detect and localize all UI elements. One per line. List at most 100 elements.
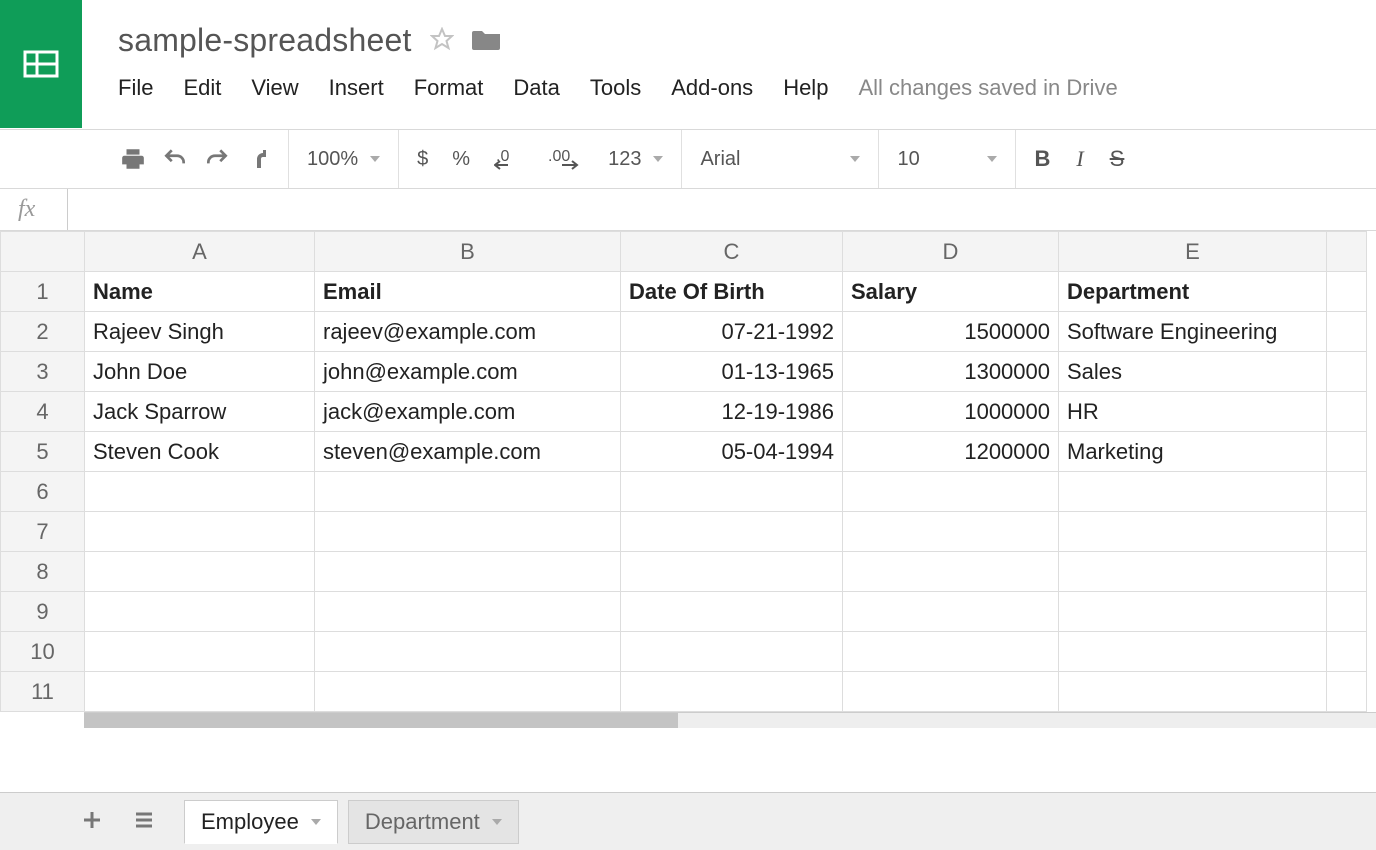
- cell[interactable]: [1327, 472, 1367, 512]
- increase-decimal-icon[interactable]: .00: [548, 145, 584, 173]
- cell[interactable]: [621, 672, 843, 712]
- app-brand[interactable]: [0, 0, 82, 128]
- print-icon[interactable]: [120, 146, 146, 172]
- italic-button[interactable]: I: [1076, 146, 1083, 172]
- cell[interactable]: Rajeev Singh: [85, 312, 315, 352]
- add-sheet-button[interactable]: [80, 808, 104, 835]
- cell[interactable]: Name: [85, 272, 315, 312]
- menu-insert[interactable]: Insert: [329, 75, 384, 101]
- cell[interactable]: 05-04-1994: [621, 432, 843, 472]
- cell[interactable]: [1327, 592, 1367, 632]
- cell[interactable]: [843, 592, 1059, 632]
- number-format-dropdown[interactable]: 123: [608, 148, 663, 171]
- cell[interactable]: [315, 632, 621, 672]
- cell[interactable]: Marketing: [1059, 432, 1327, 472]
- row-header[interactable]: 5: [1, 432, 85, 472]
- sheet-tab-department[interactable]: Department: [348, 800, 519, 844]
- cell[interactable]: [85, 472, 315, 512]
- cell[interactable]: rajeev@example.com: [315, 312, 621, 352]
- cell[interactable]: Steven Cook: [85, 432, 315, 472]
- menu-data[interactable]: Data: [513, 75, 559, 101]
- cell[interactable]: 12-19-1986: [621, 392, 843, 432]
- formula-input[interactable]: [67, 189, 1376, 230]
- font-dropdown[interactable]: Arial: [700, 148, 860, 171]
- cell[interactable]: [1327, 552, 1367, 592]
- cell[interactable]: [1327, 352, 1367, 392]
- menu-format[interactable]: Format: [414, 75, 484, 101]
- sheet-tab-employee[interactable]: Employee: [184, 800, 338, 844]
- cell[interactable]: [621, 512, 843, 552]
- cell[interactable]: [621, 552, 843, 592]
- col-header[interactable]: C: [621, 232, 843, 272]
- cell[interactable]: [85, 592, 315, 632]
- horizontal-scrollbar[interactable]: [84, 712, 1376, 728]
- menu-view[interactable]: View: [251, 75, 298, 101]
- percent-button[interactable]: %: [452, 148, 470, 171]
- row-header[interactable]: 11: [1, 672, 85, 712]
- cell[interactable]: [1327, 432, 1367, 472]
- cell[interactable]: [843, 512, 1059, 552]
- row-header[interactable]: 10: [1, 632, 85, 672]
- cell[interactable]: john@example.com: [315, 352, 621, 392]
- all-sheets-button[interactable]: [132, 808, 156, 835]
- cell[interactable]: Email: [315, 272, 621, 312]
- document-title[interactable]: sample-spreadsheet: [118, 22, 412, 59]
- cell[interactable]: [1327, 672, 1367, 712]
- redo-icon[interactable]: [204, 146, 230, 172]
- menu-edit[interactable]: Edit: [183, 75, 221, 101]
- folder-icon[interactable]: [472, 27, 502, 54]
- row-header[interactable]: 3: [1, 352, 85, 392]
- cell[interactable]: 1200000: [843, 432, 1059, 472]
- cell[interactable]: 1500000: [843, 312, 1059, 352]
- cell[interactable]: jack@example.com: [315, 392, 621, 432]
- row-header[interactable]: 9: [1, 592, 85, 632]
- cell[interactable]: Department: [1059, 272, 1327, 312]
- scroll-thumb[interactable]: [84, 713, 678, 728]
- star-icon[interactable]: [430, 27, 454, 54]
- cell[interactable]: [1327, 512, 1367, 552]
- cell[interactable]: [1327, 272, 1367, 312]
- cell[interactable]: [843, 472, 1059, 512]
- row-header[interactable]: 4: [1, 392, 85, 432]
- cell[interactable]: 1300000: [843, 352, 1059, 392]
- cell[interactable]: [1327, 312, 1367, 352]
- cell[interactable]: [621, 592, 843, 632]
- bold-button[interactable]: B: [1034, 146, 1050, 172]
- cell[interactable]: Software Engineering: [1059, 312, 1327, 352]
- cell[interactable]: Sales: [1059, 352, 1327, 392]
- cell[interactable]: [85, 632, 315, 672]
- grid[interactable]: ABCDE1NameEmailDate Of BirthSalaryDepart…: [0, 231, 1367, 712]
- cell[interactable]: HR: [1059, 392, 1327, 432]
- menu-help[interactable]: Help: [783, 75, 828, 101]
- decrease-decimal-icon[interactable]: .0: [494, 145, 524, 173]
- cell[interactable]: Salary: [843, 272, 1059, 312]
- strike-button[interactable]: S: [1110, 146, 1125, 172]
- cell[interactable]: [1059, 512, 1327, 552]
- cell[interactable]: Date Of Birth: [621, 272, 843, 312]
- paint-format-icon[interactable]: [246, 146, 270, 172]
- col-header[interactable]: D: [843, 232, 1059, 272]
- undo-icon[interactable]: [162, 146, 188, 172]
- col-header[interactable]: B: [315, 232, 621, 272]
- col-header[interactable]: E: [1059, 232, 1327, 272]
- corner-cell[interactable]: [1, 232, 85, 272]
- row-header[interactable]: 8: [1, 552, 85, 592]
- cell[interactable]: [621, 472, 843, 512]
- cell[interactable]: John Doe: [85, 352, 315, 392]
- cell[interactable]: 01-13-1965: [621, 352, 843, 392]
- cell[interactable]: [315, 552, 621, 592]
- cell[interactable]: [315, 592, 621, 632]
- cell[interactable]: [1059, 672, 1327, 712]
- cell[interactable]: [315, 672, 621, 712]
- cell[interactable]: [85, 552, 315, 592]
- row-header[interactable]: 6: [1, 472, 85, 512]
- row-header[interactable]: 2: [1, 312, 85, 352]
- cell[interactable]: [1059, 592, 1327, 632]
- menu-file[interactable]: File: [118, 75, 153, 101]
- cell[interactable]: 07-21-1992: [621, 312, 843, 352]
- cell[interactable]: [85, 672, 315, 712]
- cell[interactable]: [1059, 632, 1327, 672]
- cell[interactable]: [1327, 632, 1367, 672]
- cell[interactable]: [315, 472, 621, 512]
- menu-tools[interactable]: Tools: [590, 75, 641, 101]
